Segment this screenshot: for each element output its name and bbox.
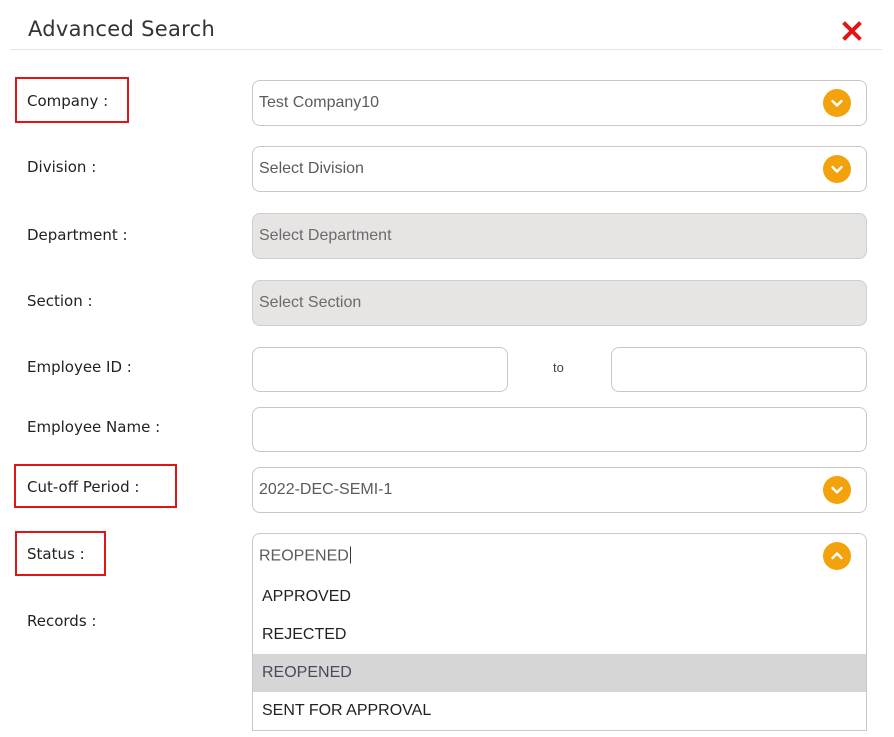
chevron-up-icon[interactable] xyxy=(823,542,851,570)
records-label: Records : xyxy=(27,612,97,630)
status-select-value: REOPENED xyxy=(259,547,349,565)
chevron-down-icon[interactable] xyxy=(823,155,851,183)
division-select-placeholder: Select Division xyxy=(259,160,364,177)
status-option-rejected[interactable]: REJECTED xyxy=(253,616,866,654)
section-select: Select Section xyxy=(252,280,867,326)
status-option-approved[interactable]: APPROVED xyxy=(253,578,866,616)
chevron-down-icon[interactable] xyxy=(823,476,851,504)
cutoff-period-label: Cut-off Period : xyxy=(27,478,140,496)
company-select[interactable]: Test Company10 xyxy=(252,80,867,126)
division-select[interactable]: Select Division xyxy=(252,146,867,192)
text-cursor xyxy=(349,546,351,564)
company-select-value: Test Company10 xyxy=(259,94,380,111)
status-dropdown-list: APPROVED REJECTED REOPENED SENT FOR APPR… xyxy=(252,578,867,731)
option-label: SENT FOR APPROVAL xyxy=(262,702,432,719)
status-select-input[interactable]: REOPENED xyxy=(259,546,351,566)
employee-name-input[interactable] xyxy=(252,407,867,452)
cutoff-period-select[interactable]: 2022-DEC-SEMI-1 xyxy=(252,467,867,513)
employee-id-label: Employee ID : xyxy=(27,358,132,376)
employee-id-from-input[interactable] xyxy=(252,347,508,392)
dialog-header: Advanced Search xyxy=(10,0,882,50)
advanced-search-dialog: Advanced Search Company : Test Company10… xyxy=(0,0,894,737)
company-label: Company : xyxy=(27,92,109,110)
status-label: Status : xyxy=(27,545,85,563)
close-x-icon xyxy=(842,21,862,41)
status-select[interactable]: REOPENED xyxy=(252,533,867,579)
department-label: Department : xyxy=(27,226,128,244)
option-label: REJECTED xyxy=(262,626,347,643)
division-label: Division : xyxy=(27,158,97,176)
section-select-placeholder: Select Section xyxy=(259,294,362,311)
employee-id-range-separator: to xyxy=(553,360,564,375)
department-select-placeholder: Select Department xyxy=(259,227,392,244)
section-label: Section : xyxy=(27,292,93,310)
chevron-down-icon[interactable] xyxy=(823,89,851,117)
option-label: REOPENED xyxy=(262,664,352,681)
employee-name-label: Employee Name : xyxy=(27,418,161,436)
close-button[interactable] xyxy=(840,19,864,43)
status-option-reopened[interactable]: REOPENED xyxy=(253,654,866,692)
status-option-sent-for-approval[interactable]: SENT FOR APPROVAL xyxy=(253,692,866,730)
cutoff-period-value: 2022-DEC-SEMI-1 xyxy=(259,481,393,498)
dialog-title: Advanced Search xyxy=(28,17,216,41)
employee-id-to-input[interactable] xyxy=(611,347,867,392)
option-label: APPROVED xyxy=(262,588,351,605)
department-select: Select Department xyxy=(252,213,867,259)
